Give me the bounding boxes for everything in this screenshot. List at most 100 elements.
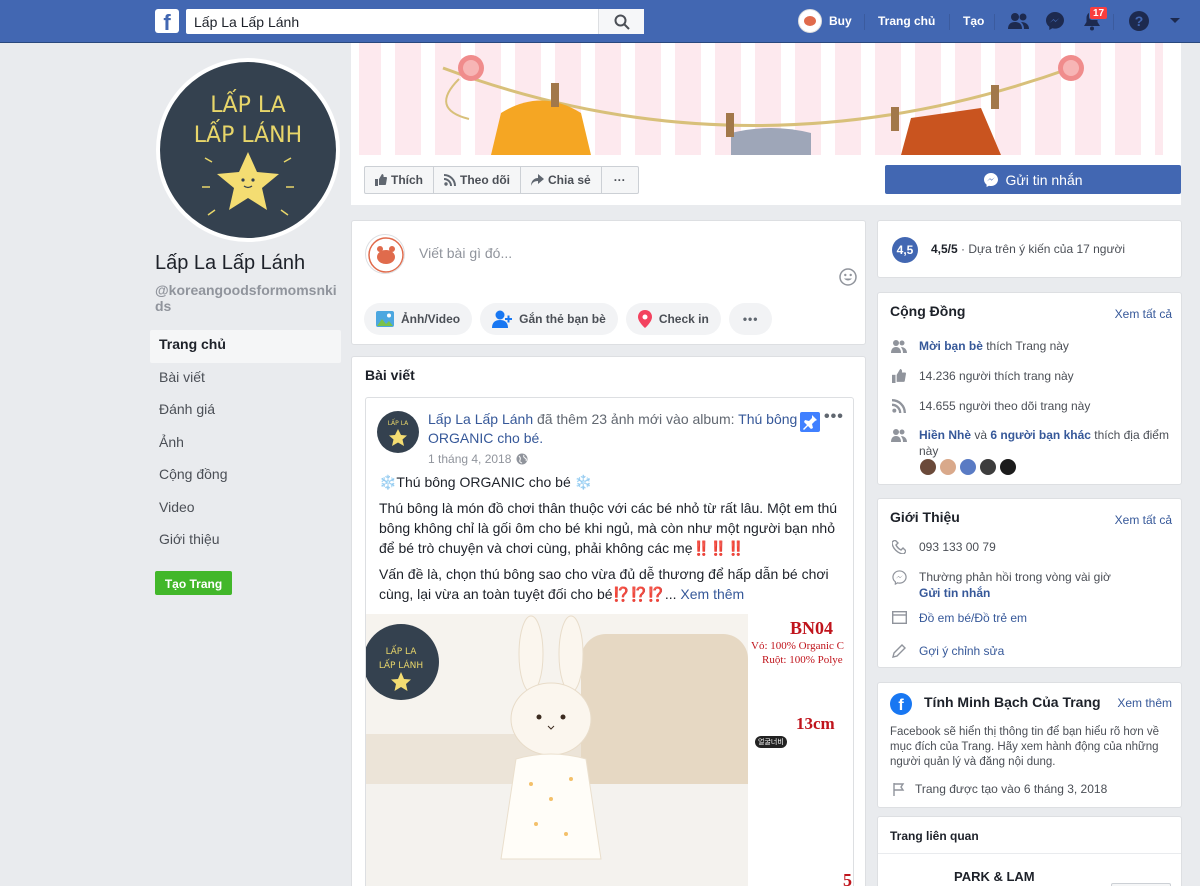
page-profile-picture[interactable]: LẤP LA LẤP LÁNH [156,58,340,242]
product-material: Vỏ: 100% Organic C [751,640,844,652]
thumbs-up-icon [375,174,387,186]
invite-friends-link[interactable]: Mời bạn bè [919,339,983,353]
page-logo: LẤP LA LẤP LÁNH [160,62,336,238]
page-actions-group: Thích Theo dõi Chia sẻ ··· [364,166,639,194]
friends-like-row: Hiền Nhè và 6 người bạn khác thích địa đ… [890,427,1175,459]
nav-item-posts[interactable]: Bài viết [150,363,341,396]
page-navigation: Trang chủ Bài viết Đánh giá Ảnh Cộng đồn… [150,330,341,558]
follows-count: 14.655 người theo dõi trang này [919,399,1091,413]
share-page-button[interactable]: Chia sẻ [521,167,602,193]
send-message-link[interactable]: Gửi tin nhắn [919,586,990,600]
share-arrow-icon [531,174,544,186]
messenger-icon [984,172,999,187]
section-title: Cộng Đồng [890,303,966,319]
profile-link[interactable]: Buy [798,9,852,33]
community-card: Cộng Đồng Xem tất cả Mời bạn bè thích Tr… [877,292,1182,485]
flag-icon [890,781,908,797]
like-label: Thích [391,173,423,187]
post-author-link[interactable]: Lấp La Lấp Lánh [428,411,533,427]
follow-page-button[interactable]: Theo dõi [434,167,521,193]
section-title: Trang liên quan [890,829,979,843]
category-icon [890,610,908,626]
send-message-label: Gửi tin nhắn [1005,171,1083,188]
globe-icon [516,453,528,465]
avatar [798,9,822,33]
nav-item-community[interactable]: Cộng đồng [150,460,341,493]
create-link[interactable]: Tạo [963,14,984,28]
more-composer-options-button[interactable]: ••• [728,303,773,335]
nav-item-photos[interactable]: Ảnh [150,428,341,461]
facebook-logo-icon[interactable]: f [155,9,179,33]
category-link[interactable]: Đồ em bé/Đồ trẻ em [919,610,1027,626]
facebook-icon: f [890,693,912,715]
create-page-button[interactable]: Tạo Trang [155,571,232,595]
profile-name: Buy [829,14,852,28]
post-photo[interactable]: LẤP LA LẤP LÁNH BN04 Vỏ: 100% Organic C … [366,614,853,886]
phone-number[interactable]: 093 133 00 79 [919,539,996,555]
related-page-name[interactable]: PARK & LAM [954,869,1035,884]
rating-card[interactable]: 4,5 4,5/5 · Dựa trên ý kiến của 17 người [877,220,1182,278]
page-name[interactable]: Lấp La Lấp Lánh [155,252,305,275]
tag-friends-label: Gắn thẻ bạn bè [519,312,606,326]
svg-text:LẤP LÁNH: LẤP LÁNH [379,659,423,671]
photo-video-button[interactable]: Ảnh/Video [364,303,473,335]
avatar[interactable] [920,459,936,475]
page-action-bar: Thích Theo dõi Chia sẻ ··· Gửi tin nhắn [351,155,1181,205]
avatar [365,234,405,274]
suggest-edit-link[interactable]: Gợi ý chỉnh sửa [919,643,1004,659]
search-button[interactable] [598,9,644,34]
section-title: Bài viết [365,367,415,383]
like-page-button[interactable]: Thích [365,167,434,193]
messenger-icon[interactable] [1043,10,1067,32]
see-all-link[interactable]: Xem tất cả [1115,307,1172,321]
product-number: 5 [843,870,852,886]
friends-icon [890,427,908,459]
friend-link[interactable]: Hiền Nhè [919,428,971,442]
nav-item-home[interactable]: Trang chủ [150,330,341,363]
page-username[interactable]: @koreangoodsformomsnkids [155,282,345,314]
notification-count-badge: 17 [1089,6,1109,20]
post-paragraph: Vấn đề là, chọn thú bông sao cho vừa đủ … [379,566,829,602]
nav-item-reviews[interactable]: Đánh giá [150,395,341,428]
see-more-link[interactable]: Xem thêm [1117,696,1172,710]
tag-friends-button[interactable]: Gắn thẻ bạn bè [480,303,618,335]
divider [994,14,995,30]
check-in-button[interactable]: Check in [625,303,721,335]
search-box [186,9,644,34]
about-card: Giới Thiệu Xem tất cả 093 133 00 79 Thườ… [877,498,1182,668]
post-action-text: đã thêm 23 ảnh mới vào album: [533,411,739,427]
friend-requests-icon[interactable] [1007,10,1031,32]
avatar[interactable] [980,459,996,475]
rating-badge: 4,5 [892,237,918,263]
see-all-link[interactable]: Xem tất cả [1115,513,1172,527]
more-actions-button[interactable]: ··· [602,167,638,193]
divider [949,14,950,30]
cover-photo[interactable] [351,43,1181,155]
emoji-icon[interactable] [839,268,857,289]
cover-image [351,43,1181,155]
nav-item-videos[interactable]: Video [150,493,341,526]
nav-item-about[interactable]: Giới thiệu [150,525,341,558]
account-menu-caret-icon[interactable] [1163,10,1187,32]
see-more-link[interactable]: Xem thêm [680,586,744,602]
rss-icon [890,398,908,414]
product-filling: Ruột: 100% Polye [762,654,843,666]
post-options-button[interactable]: ••• [824,408,844,426]
avatar[interactable] [1000,459,1016,475]
help-icon[interactable]: ? [1127,10,1151,32]
home-link[interactable]: Trang chủ [878,14,935,28]
logo-text: LẤP LA [210,90,285,118]
svg-text:?: ? [1135,13,1144,29]
pinned-post-icon [800,412,820,432]
messenger-icon [890,569,908,601]
avatar[interactable] [960,459,976,475]
search-input[interactable] [186,9,596,34]
page-created-row: Trang được tạo vào 6 tháng 3, 2018 [890,781,1107,797]
send-message-button[interactable]: Gửi tin nhắn [885,165,1181,194]
avatar[interactable]: LẤP LA [377,411,419,453]
avatar[interactable] [940,459,956,475]
composer-input[interactable]: Viết bài gì đó... [419,245,512,261]
post-timestamp[interactable]: 1 tháng 4, 2018 [428,452,511,466]
product-size: 13cm [796,714,835,733]
other-friends-link[interactable]: 6 người bạn khác [990,428,1091,442]
